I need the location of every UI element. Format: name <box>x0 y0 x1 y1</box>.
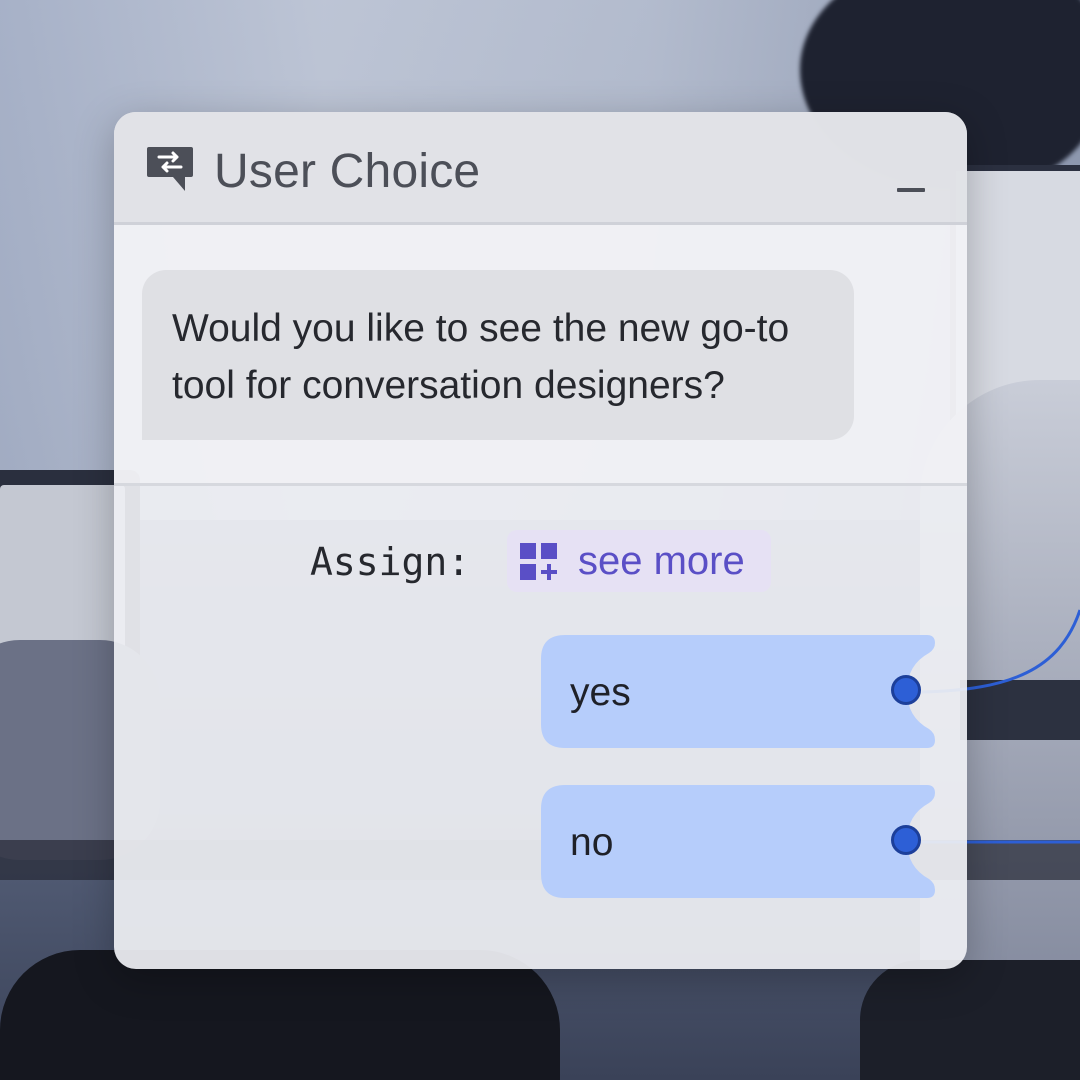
grid-plus-icon <box>520 543 557 580</box>
choice-yes-button[interactable]: yes <box>541 635 935 748</box>
choice-no-label: no <box>570 821 614 864</box>
see-more-label: see more <box>578 539 745 583</box>
assign-label: Assign: <box>310 540 471 584</box>
card-title: User Choice <box>214 145 481 198</box>
choice-no-button[interactable]: no <box>541 785 935 898</box>
user-choice-card: User Choice Would you like to see the ne… <box>114 112 967 969</box>
message-bubble: Would you like to see the new go-to tool… <box>142 270 854 440</box>
see-more-chip[interactable]: see more <box>507 530 771 592</box>
message-section: Would you like to see the new go-to tool… <box>114 225 967 486</box>
message-line-1: Would you like to see the new go-to <box>172 307 790 350</box>
chat-swap-icon <box>147 147 193 191</box>
message-line-2: tool for conversation designers? <box>172 364 725 407</box>
port-no-icon[interactable] <box>891 825 921 855</box>
assign-row: Assign: see more <box>114 525 967 595</box>
choice-yes-label: yes <box>570 671 631 714</box>
port-yes-icon[interactable] <box>891 675 921 705</box>
card-header: User Choice <box>114 112 967 225</box>
minimize-icon[interactable] <box>897 188 925 192</box>
